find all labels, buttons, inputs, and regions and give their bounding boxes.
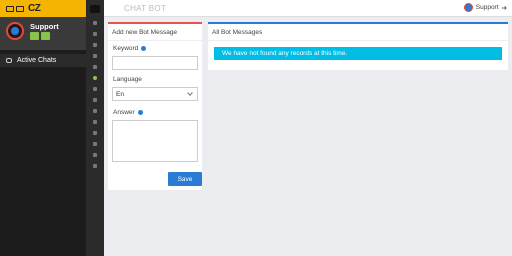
clock-icon[interactable] [86,138,104,149]
answer-textarea[interactable] [112,120,198,162]
language-select[interactable]: En [112,87,198,101]
avatar[interactable] [6,22,24,40]
chevron-down-icon [187,90,193,96]
logo[interactable]: CZ [0,0,86,17]
icon-toolbar [86,0,104,256]
gear-icon[interactable] [86,94,104,105]
help-icon[interactable] [137,109,143,115]
keyword-label: Keyword [113,45,147,52]
chart-icon[interactable] [86,127,104,138]
panel-title: All Bot Messages [208,24,508,41]
answer-label: Answer [113,109,143,116]
top-header: CHAT BOT Support ➔ [104,0,512,17]
tag-icon[interactable] [86,149,104,160]
pencil-icon[interactable] [86,83,104,94]
cat-logo-icon[interactable] [90,4,100,13]
monitor-icon [16,5,24,12]
profile-card: Support [0,17,86,50]
grid-icon[interactable] [86,28,104,39]
help-icon[interactable] [141,45,147,51]
comments-icon[interactable] [86,50,104,61]
empty-state-alert: We have not found any records at this ti… [214,47,502,60]
language-label: Language [113,76,142,83]
page-title: CHAT BOT [124,4,167,13]
avatar [463,3,473,12]
nav-item-active-chats[interactable]: Active Chats [0,54,86,67]
wrench-icon[interactable] [86,116,104,127]
logout-icon[interactable]: ➔ [502,4,507,12]
chat-bubble-icon[interactable] [86,39,104,50]
chat-icon [6,58,12,63]
sidebar: CZ Support Active Chats [0,0,86,256]
keyword-input[interactable] [112,56,198,70]
eye-icon[interactable] [86,160,104,171]
save-button[interactable]: Save [168,172,202,186]
user-name: Support [475,4,499,11]
code-icon[interactable] [86,105,104,116]
user-menu[interactable]: Support ➔ [463,3,507,12]
sound-toggle-icon[interactable] [30,32,39,40]
panel-title: Add new Bot Message [108,24,202,41]
logo-text: CZ [28,3,41,14]
nav-item-label: Active Chats [17,57,57,64]
monitor-icon [6,5,14,12]
add-bot-message-panel: Add new Bot Message Keyword Language En … [108,22,202,190]
all-bot-messages-panel: All Bot Messages We have not found any r… [208,22,508,70]
language-value: En [116,90,124,98]
device-toggle-icon[interactable] [41,32,50,40]
info-icon[interactable] [86,61,104,72]
status-online-icon[interactable] [86,72,104,83]
dashboard-icon[interactable] [86,17,104,28]
profile-name: Support [30,22,59,31]
